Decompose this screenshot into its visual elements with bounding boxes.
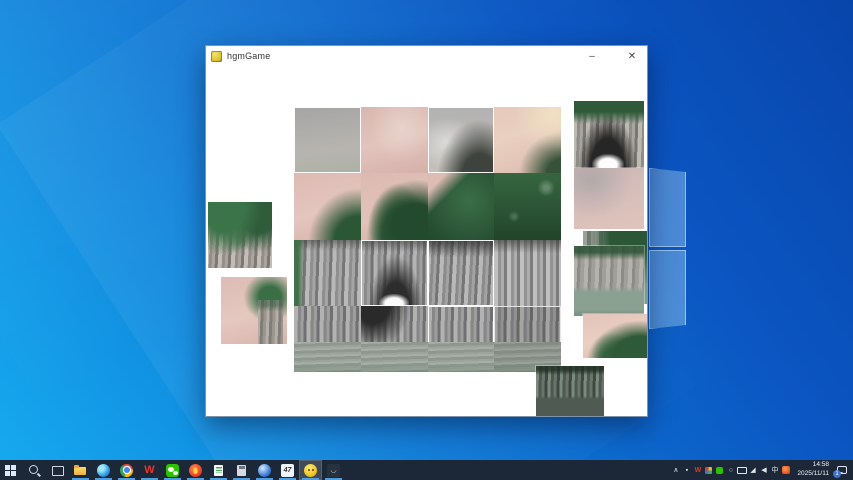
piece-bottom-cliff-water[interactable]: [536, 366, 604, 416]
chrome-taskbar-button[interactable]: [115, 460, 138, 480]
misc-taskbar-button[interactable]: ◡: [322, 460, 345, 480]
security-s-icon[interactable]: [780, 463, 791, 477]
capture-icon: 47: [281, 464, 294, 477]
board-tile-r0c1[interactable]: [361, 107, 428, 173]
media-icon: [189, 464, 202, 477]
board-tile-r0c3[interactable]: [494, 107, 561, 173]
board-tile-r2c2-empty-slot[interactable]: [428, 240, 495, 306]
minimize-button[interactable]: –: [577, 46, 607, 66]
notification-badge: 1: [833, 470, 841, 478]
volume-s-icon[interactable]: ◀: [758, 463, 769, 477]
board-tile-r2c1-empty-slot[interactable]: [361, 240, 428, 306]
board-tile-r3c0[interactable]: [294, 306, 361, 372]
taskbar-clock[interactable]: 14:58 2025/11/11: [791, 461, 833, 479]
folder-taskbar-button[interactable]: [69, 460, 92, 480]
board-tile-r0c2-empty-slot[interactable]: [428, 107, 495, 173]
wps-s-icon[interactable]: W: [692, 463, 703, 477]
board-tile-r3c1[interactable]: [361, 306, 428, 372]
game-icon: [304, 464, 317, 477]
piece-right-sky-trees[interactable]: [583, 314, 647, 358]
docgreen-taskbar-button[interactable]: [207, 460, 230, 480]
piece-left-sky-cliffhead[interactable]: [221, 277, 287, 344]
taskview-taskbar-button[interactable]: [46, 460, 69, 480]
board-tile-r3c2-empty-slot[interactable]: [428, 306, 495, 372]
wallpaper-windows-logo-pane: [649, 168, 686, 247]
app-icon: [211, 51, 222, 62]
board-tile-r1c1[interactable]: [361, 173, 428, 239]
game-window: hgmGame – ✕: [205, 45, 648, 417]
display-s-icon[interactable]: [736, 463, 747, 477]
piece-right-arch[interactable]: [574, 101, 644, 168]
taskview-icon: [51, 464, 64, 477]
calc-taskbar-button[interactable]: [230, 460, 253, 480]
onedrive-s-icon[interactable]: ○: [725, 463, 736, 477]
edge-icon: [97, 464, 110, 477]
search-taskbar-button[interactable]: [23, 460, 46, 480]
start-taskbar-button[interactable]: [0, 460, 23, 480]
media-taskbar-button[interactable]: [184, 460, 207, 480]
wechat-taskbar-button[interactable]: [161, 460, 184, 480]
bluering-taskbar-button[interactable]: [253, 460, 276, 480]
wechat-s-icon[interactable]: [714, 463, 725, 477]
chevron-up-icon[interactable]: ∧: [670, 463, 681, 477]
calc-icon: [235, 464, 248, 477]
desktop: hgmGame – ✕ W47◡ ∧▪W○◢◀中 14:58 2025/11/1…: [0, 0, 853, 480]
clock-date: 2025/11/11: [797, 470, 829, 479]
close-button[interactable]: ✕: [617, 46, 647, 66]
tray-misc-icon[interactable]: ▪: [681, 463, 692, 477]
game-taskbar-button[interactable]: [299, 460, 322, 480]
docgreen-icon: [212, 464, 225, 477]
misc-icon: ◡: [327, 464, 340, 477]
wallpaper-windows-logo-pane: [649, 250, 686, 329]
puzzle-board: [294, 107, 561, 372]
board-tile-r0c0-empty-slot[interactable]: [294, 107, 361, 173]
maximize-button-gap: [607, 46, 617, 66]
wps-icon: W: [143, 464, 156, 477]
board-tile-r2c0[interactable]: [294, 240, 361, 306]
folder-icon: [74, 464, 87, 477]
search-icon: [28, 464, 41, 477]
board-tile-r2c3[interactable]: [494, 240, 561, 306]
capture-taskbar-button[interactable]: 47: [276, 460, 299, 480]
ime-icon[interactable]: 中: [769, 463, 780, 477]
system-tray: ∧▪W ○ ◢◀中 14:58 2025/11/11 1: [670, 460, 853, 480]
board-tile-r1c2[interactable]: [428, 173, 495, 239]
edge-taskbar-button[interactable]: [92, 460, 115, 480]
window-title: hgmGame: [227, 51, 270, 61]
wps-taskbar-button[interactable]: W: [138, 460, 161, 480]
piece-left-cliff-trees[interactable]: [208, 202, 272, 268]
game-canvas: [206, 66, 647, 416]
network-s-icon[interactable]: ◢: [747, 463, 758, 477]
chrome-icon: [120, 464, 133, 477]
piece-right-cliff-water[interactable]: [574, 246, 644, 316]
board-tile-r1c0[interactable]: [294, 173, 361, 239]
bluering-icon: [258, 464, 271, 477]
taskbar: W47◡ ∧▪W○◢◀中 14:58 2025/11/11 1: [0, 460, 853, 480]
photos-s-icon[interactable]: [703, 463, 714, 477]
piece-right-sky[interactable]: [574, 168, 644, 229]
notification-center-button[interactable]: 1: [833, 460, 851, 480]
title-bar[interactable]: hgmGame – ✕: [206, 46, 647, 66]
board-tile-r1c3[interactable]: [494, 173, 561, 239]
start-icon: [5, 464, 18, 477]
clock-time: 14:58: [813, 461, 829, 470]
wechat-icon: [166, 464, 179, 477]
board-tile-r3c3-empty-slot[interactable]: [494, 306, 561, 372]
